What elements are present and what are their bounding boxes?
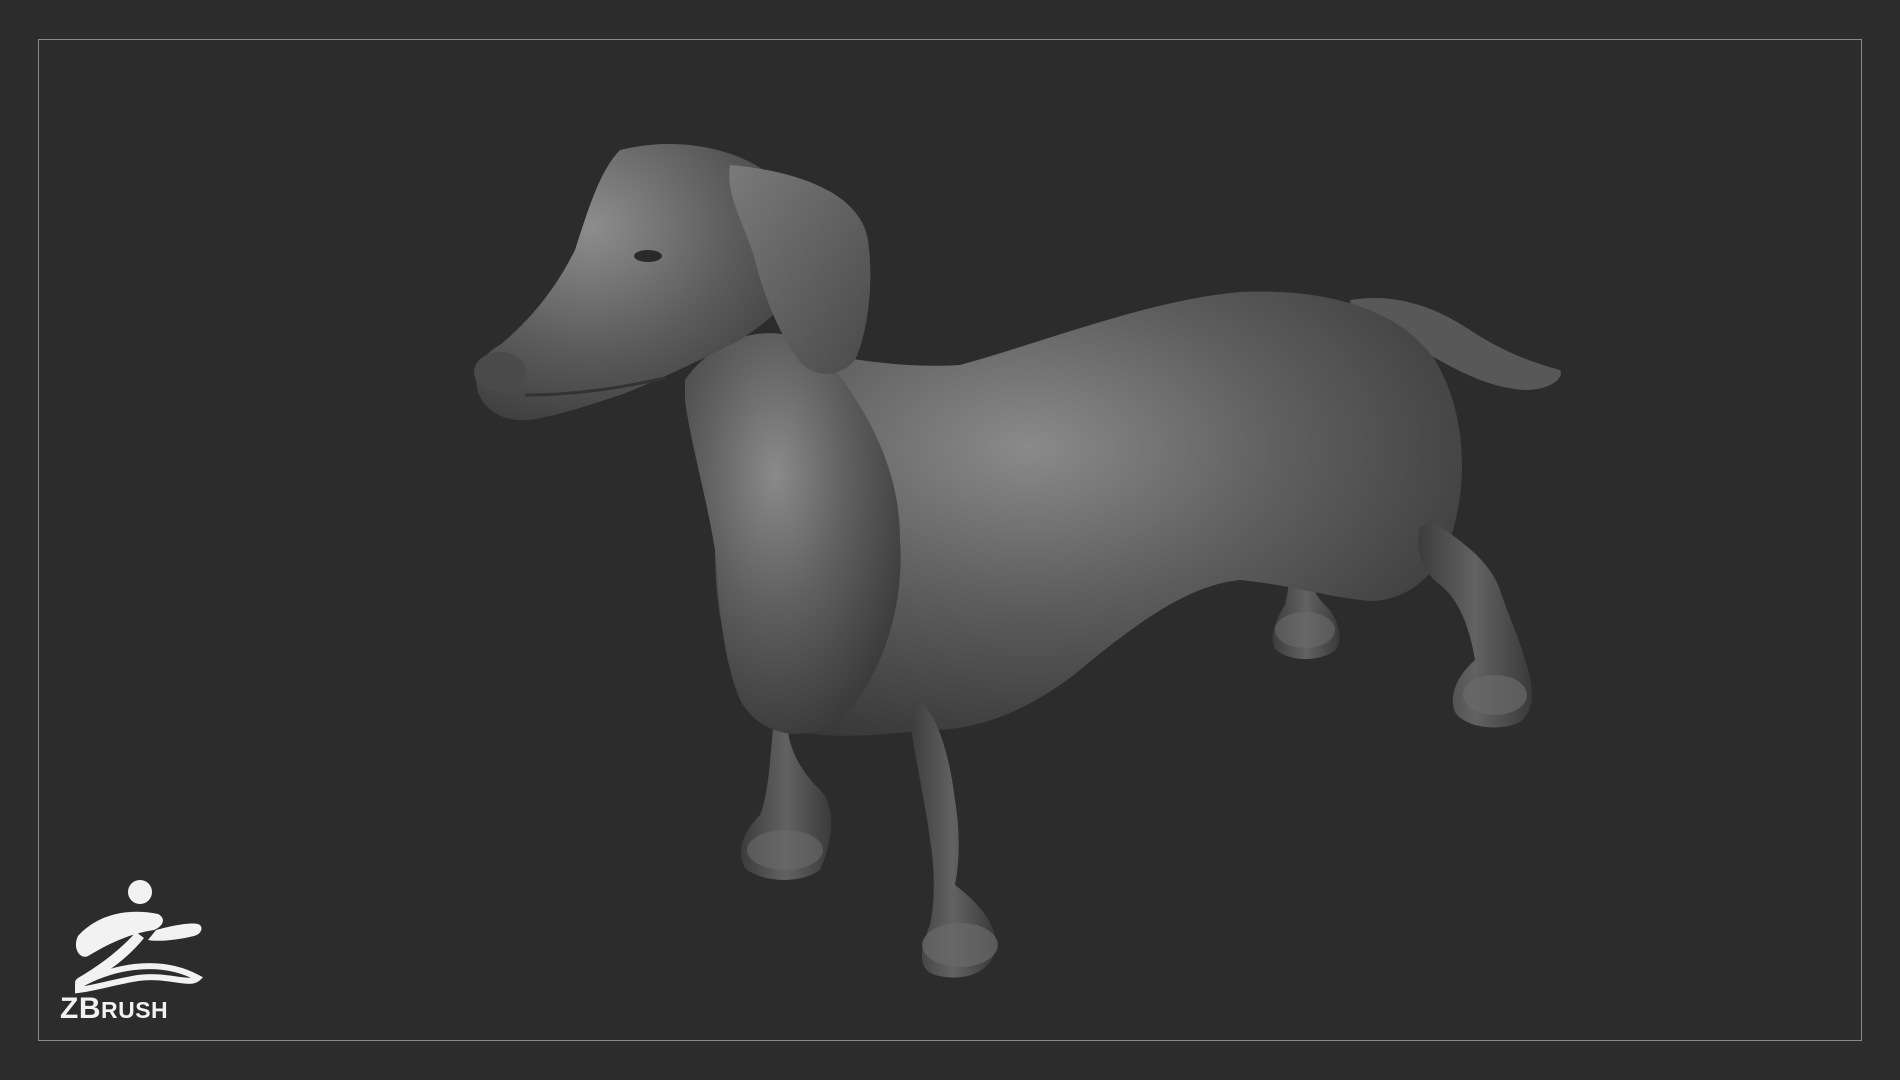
eye (634, 250, 662, 262)
dachshund-render (474, 144, 1561, 978)
paw-hind-far (1275, 612, 1335, 648)
paw-front-near (922, 923, 998, 967)
zbrush-logo-text: ZBRUSH (60, 994, 168, 1024)
viewport: ZBRUSH (0, 0, 1900, 1080)
logo-text-small: RUSH (101, 997, 169, 1023)
paw-hind-near (1463, 675, 1527, 715)
logo-text-big: ZB (60, 992, 101, 1025)
zbrush-figure-icon (75, 880, 203, 994)
paw-front-far (747, 830, 823, 870)
zbrush-logo: ZBRUSH (58, 878, 208, 1026)
nose (474, 352, 526, 392)
